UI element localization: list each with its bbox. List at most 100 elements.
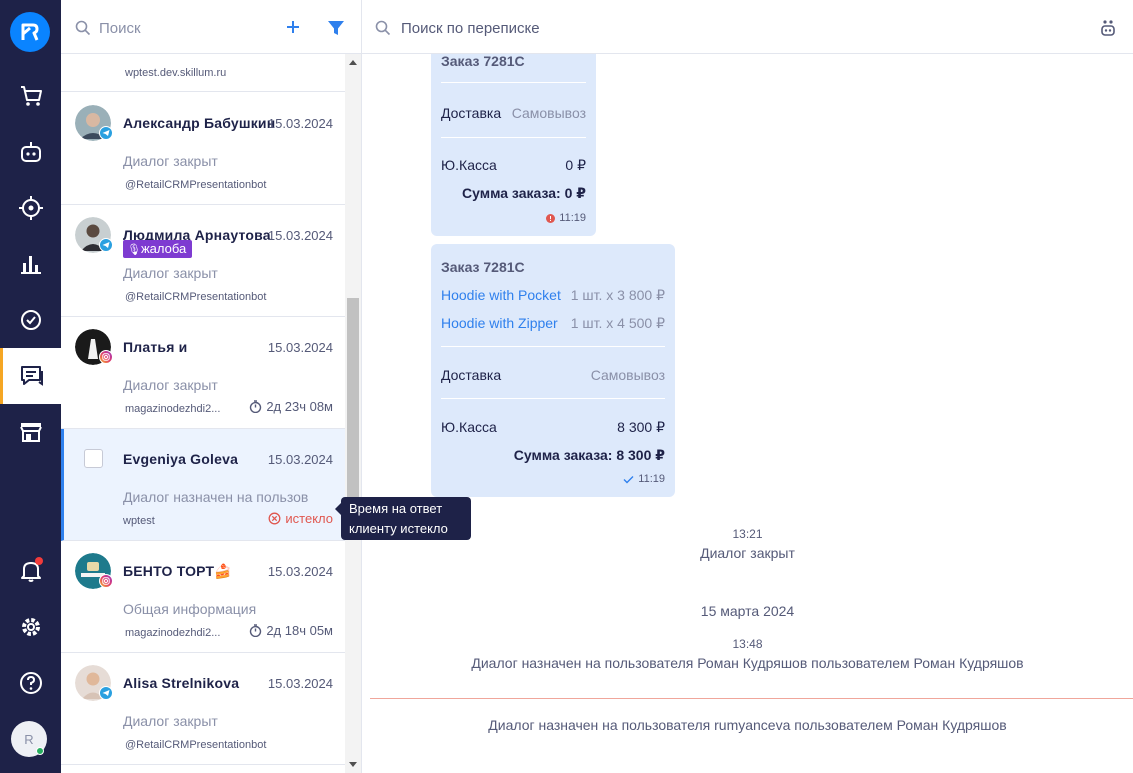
check-icon xyxy=(623,475,634,483)
tasks-icon xyxy=(20,310,41,330)
chat-date: 15.03.2024 xyxy=(267,228,333,243)
add-icon[interactable] xyxy=(283,17,303,37)
chat-search-input[interactable] xyxy=(99,17,259,39)
list-item[interactable]: БЕНТО ТОРТ🍰 15.03.2024 Общая информация … xyxy=(61,541,345,653)
logo[interactable] xyxy=(10,12,50,52)
tag-label: жалоба xyxy=(140,241,187,256)
scroll-up-icon[interactable] xyxy=(349,60,357,65)
event-text: Диалог назначен на пользователя Роман Ку… xyxy=(471,655,1024,671)
chat-list-items: wptest.dev.skillum.ru Александр Бабушкин… xyxy=(61,54,345,773)
unread-divider xyxy=(370,698,1133,699)
chat-date: 15.03.2024 xyxy=(267,340,333,355)
scroll-down-icon[interactable] xyxy=(349,762,357,767)
event-time: 13:21 xyxy=(732,527,763,541)
scrollbar-thumb[interactable] xyxy=(347,298,359,516)
notification-dot xyxy=(35,557,43,565)
time-value: 11:19 xyxy=(559,212,586,224)
order-item-row: Hoodie with Zipper 1 шт. x 4 500 ₽ xyxy=(441,315,665,332)
message-time: 11:19 xyxy=(623,473,665,485)
telegram-icon xyxy=(99,126,113,140)
bot-icon[interactable] xyxy=(1098,18,1118,38)
order-total: Сумма заказа: 8 300 ₽ xyxy=(513,447,665,463)
list-item-selected[interactable]: Evgeniya Goleva 15.03.2024 Диалог назнач… xyxy=(61,429,345,541)
nav-notifications[interactable] xyxy=(0,543,61,599)
order-title: Заказ 7281С xyxy=(441,53,525,69)
list-item[interactable]: Александр Бабушкин 15.03.2024 Диалог зак… xyxy=(61,93,345,205)
contact-name: Evgeniya Goleva xyxy=(123,451,239,467)
chat-status: Диалог закрыт xyxy=(123,377,218,393)
tooltip: Время на ответ клиенту истекло xyxy=(335,497,471,540)
chat-status: Диалог закрыт xyxy=(123,265,218,281)
search-icon xyxy=(375,20,391,36)
payment-label: Ю.Касса xyxy=(441,157,497,173)
nav-orders[interactable] xyxy=(0,68,61,124)
order-message[interactable]: Заказ 7281С Hoodie with Pocket 1 шт. x 3… xyxy=(431,244,675,497)
product-qty: 1 шт. x 3 800 ₽ xyxy=(570,287,665,303)
chat-date: 15.03.2024 xyxy=(267,564,333,579)
conversation-search-input[interactable] xyxy=(401,17,701,39)
chat-date: 15.03.2024 xyxy=(267,452,333,467)
event-text: Диалог назначен на пользователя rumyance… xyxy=(488,717,1007,733)
chat-status: Общая информация xyxy=(123,601,257,617)
channel-name: magazinodezhdi2... xyxy=(125,403,221,415)
response-timer: 2д 23ч 08м xyxy=(249,399,333,414)
conversation-toolbar xyxy=(362,0,1133,54)
telegram-icon xyxy=(99,686,113,700)
chat-date: 15.03.2024 xyxy=(267,116,333,131)
expired-label: истекло xyxy=(285,511,333,526)
delivery-label: Доставка xyxy=(441,367,502,383)
instagram-icon xyxy=(99,350,113,364)
settings-icon xyxy=(21,618,40,636)
response-timer: 2д 18ч 05м xyxy=(249,623,333,638)
list-item[interactable]: Платья и 15.03.2024 Диалог закрыт magazi… xyxy=(61,317,345,429)
nav-settings[interactable] xyxy=(0,599,61,655)
instagram-icon xyxy=(99,574,113,588)
date-separator: 15 марта 2024 xyxy=(700,603,795,619)
response-expired[interactable]: истекло xyxy=(268,511,333,526)
nav-marketing[interactable] xyxy=(0,180,61,236)
timer-value: 2д 23ч 08м xyxy=(266,399,333,414)
timer-value: 2д 18ч 05м xyxy=(266,623,333,638)
filter-icon[interactable] xyxy=(327,19,345,37)
store-icon xyxy=(19,423,42,442)
order-title: Заказ 7281С xyxy=(441,259,525,275)
channel-name: @RetailCRMPresentationbot xyxy=(125,179,267,191)
help-icon xyxy=(19,672,42,694)
chats-icon xyxy=(21,366,43,386)
product-link[interactable]: Hoodie with Zipper xyxy=(441,315,558,332)
telegram-icon xyxy=(99,238,113,252)
select-checkbox[interactable] xyxy=(84,449,103,468)
divider xyxy=(441,346,665,347)
product-link[interactable]: Hoodie with Pocket xyxy=(441,287,561,304)
chat-list-scrollbar[interactable] xyxy=(345,54,361,773)
stopwatch-icon xyxy=(250,400,262,413)
chat-status: Диалог закрыт xyxy=(123,713,218,729)
product-qty: 1 шт. x 4 500 ₽ xyxy=(570,315,665,331)
nav-analytics[interactable] xyxy=(0,236,61,292)
chat-tag[interactable]: 🎙жалоба xyxy=(123,240,193,258)
message-time: 11:19 xyxy=(546,212,586,224)
delivery-label: Доставка xyxy=(441,105,502,121)
nav-store[interactable] xyxy=(0,404,61,460)
order-item-row: Hoodie with Pocket 1 шт. x 3 800 ₽ xyxy=(441,287,665,304)
search-icon xyxy=(75,20,91,36)
nav-bots[interactable] xyxy=(0,124,61,180)
nav-chats[interactable] xyxy=(0,348,61,404)
payment-row: Ю.Касса 8 300 ₽ xyxy=(441,419,665,436)
conversation-panel: Заказ 7281С Доставка Самовывоз Ю.Касса 0… xyxy=(362,0,1133,773)
chat-list-toolbar xyxy=(61,0,362,54)
online-indicator xyxy=(36,747,44,755)
nav-help[interactable] xyxy=(0,655,61,711)
user-avatar[interactable]: R xyxy=(11,721,47,757)
bot-icon xyxy=(20,142,41,162)
list-item[interactable]: Людмила Арнаутова 15.03.2024 🎙жалоба Диа… xyxy=(61,205,345,317)
channel-name: @RetailCRMPresentationbot xyxy=(125,739,267,751)
contact-name: Alisa Strelnikova xyxy=(123,675,240,691)
nav-tasks[interactable] xyxy=(0,292,61,348)
list-item[interactable]: wptest.dev.skillum.ru xyxy=(61,54,345,92)
main-sidebar: R xyxy=(0,0,61,773)
contact-name: Александр Бабушкин xyxy=(123,115,276,131)
list-item[interactable]: Alisa Strelnikova 15.03.2024 Диалог закр… xyxy=(61,653,345,765)
order-message[interactable]: Заказ 7281С Доставка Самовывоз Ю.Касса 0… xyxy=(431,30,596,236)
time-value: 11:19 xyxy=(638,473,665,485)
